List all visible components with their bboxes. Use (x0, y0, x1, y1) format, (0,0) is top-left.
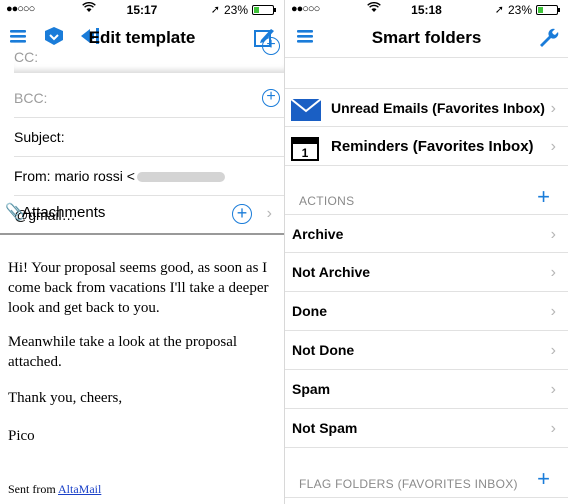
from-name: mario rossi < (54, 168, 135, 184)
calendar-icon: 1 (291, 135, 321, 161)
signature-prefix: Sent from (8, 482, 58, 496)
redacted-email (136, 172, 225, 183)
body-paragraph-4[interactable]: Pico (8, 426, 276, 446)
action-row-archive[interactable]: Archive › (285, 214, 568, 253)
edit-template-screen: ●●○○○ 15:17 ➚ 23% Edit template CC: + BC… (0, 0, 284, 504)
signature: Sent from AltaMail (8, 482, 101, 497)
cc-label: CC: (14, 49, 39, 65)
action-row-not-spam[interactable]: Not Spam › (285, 409, 568, 448)
action-row-not-archive[interactable]: Not Archive › (285, 253, 568, 292)
altamail-link[interactable]: AltaMail (58, 482, 101, 496)
wrench-icon[interactable] (536, 26, 560, 50)
action-label: Not Archive (292, 264, 371, 280)
battery-icon (252, 5, 276, 15)
add-cc-icon[interactable]: + (262, 37, 280, 55)
actions-section-header: ACTIONS (299, 194, 355, 208)
chevron-right-icon: › (550, 138, 556, 155)
folder-label: Reminders (Favorites Inbox) (331, 138, 534, 155)
action-label: Done (292, 303, 327, 319)
status-bar: ●●○○○ 15:18 ➚ 23% (285, 0, 568, 20)
chevron-right-icon: › (550, 226, 556, 243)
action-label: Not Done (292, 342, 355, 358)
chevron-right-icon: › (550, 342, 556, 359)
folder-label: Unread Emails (Favorites Inbox) (331, 100, 545, 116)
subject-field[interactable]: Subject: (14, 118, 284, 157)
add-flag-folder-icon[interactable]: + (537, 466, 550, 492)
bcc-field[interactable]: BCC: + (14, 79, 284, 118)
svg-text:1: 1 (302, 146, 309, 160)
chevron-right-icon: › (550, 264, 556, 281)
status-bar: ●●○○○ 15:17 ➚ 23% (0, 0, 284, 20)
battery-percent: 23% (507, 3, 532, 17)
subject-label: Subject: (14, 129, 65, 145)
location-arrow-icon: ➚ (494, 4, 504, 16)
page-title: Smart folders (371, 28, 482, 47)
body-paragraph-1[interactable]: Hi! Your proposal seems good, as soon as… (8, 258, 276, 318)
location-arrow-icon: ➚ (210, 4, 220, 16)
folder-row-reminders[interactable]: 1 Reminders (Favorites Inbox) › (285, 127, 568, 166)
battery-icon (536, 5, 560, 15)
action-row-not-done[interactable]: Not Done › (285, 331, 568, 370)
attachments-label: Attachments (22, 204, 106, 221)
smart-folders-screen: ●●○○○ 15:18 ➚ 23% Smart folders Unread E… (284, 0, 568, 504)
add-action-icon[interactable]: + (537, 184, 550, 210)
action-label: Archive (292, 226, 344, 242)
chevron-right-icon: › (550, 381, 556, 398)
flag-folders-section-header: FLAG FOLDERS (FAVORITES INBOX) (299, 477, 518, 491)
chevron-right-icon: › (550, 303, 556, 320)
body-paragraph-3[interactable]: Thank you, cheers, (8, 388, 276, 408)
bcc-label: BCC: (14, 90, 48, 106)
folder-row-unread[interactable]: Unread Emails (Favorites Inbox) › (285, 88, 568, 127)
from-label: From: (14, 168, 51, 184)
cc-field[interactable]: CC: + (14, 37, 284, 73)
chevron-right-icon: › (266, 205, 272, 222)
action-label: Spam (292, 381, 331, 397)
battery-percent: 23% (223, 3, 248, 17)
chevron-right-icon: › (550, 100, 556, 117)
chevron-right-icon: › (550, 420, 556, 437)
add-attachment-icon[interactable]: + (232, 204, 252, 224)
action-label: Not Spam (292, 420, 358, 436)
add-bcc-icon[interactable]: + (262, 89, 280, 107)
divider (285, 497, 568, 498)
nav-bar: Smart folders (285, 20, 568, 58)
attachments-row[interactable]: 📎 Attachments + › (0, 196, 284, 235)
from-field[interactable]: From: mario rossi <@gmail… (14, 157, 284, 223)
action-row-done[interactable]: Done › (285, 292, 568, 331)
envelope-icon (290, 97, 322, 121)
body-paragraph-2[interactable]: Meanwhile take a look at the proposal at… (8, 332, 276, 372)
action-row-spam[interactable]: Spam › (285, 370, 568, 409)
